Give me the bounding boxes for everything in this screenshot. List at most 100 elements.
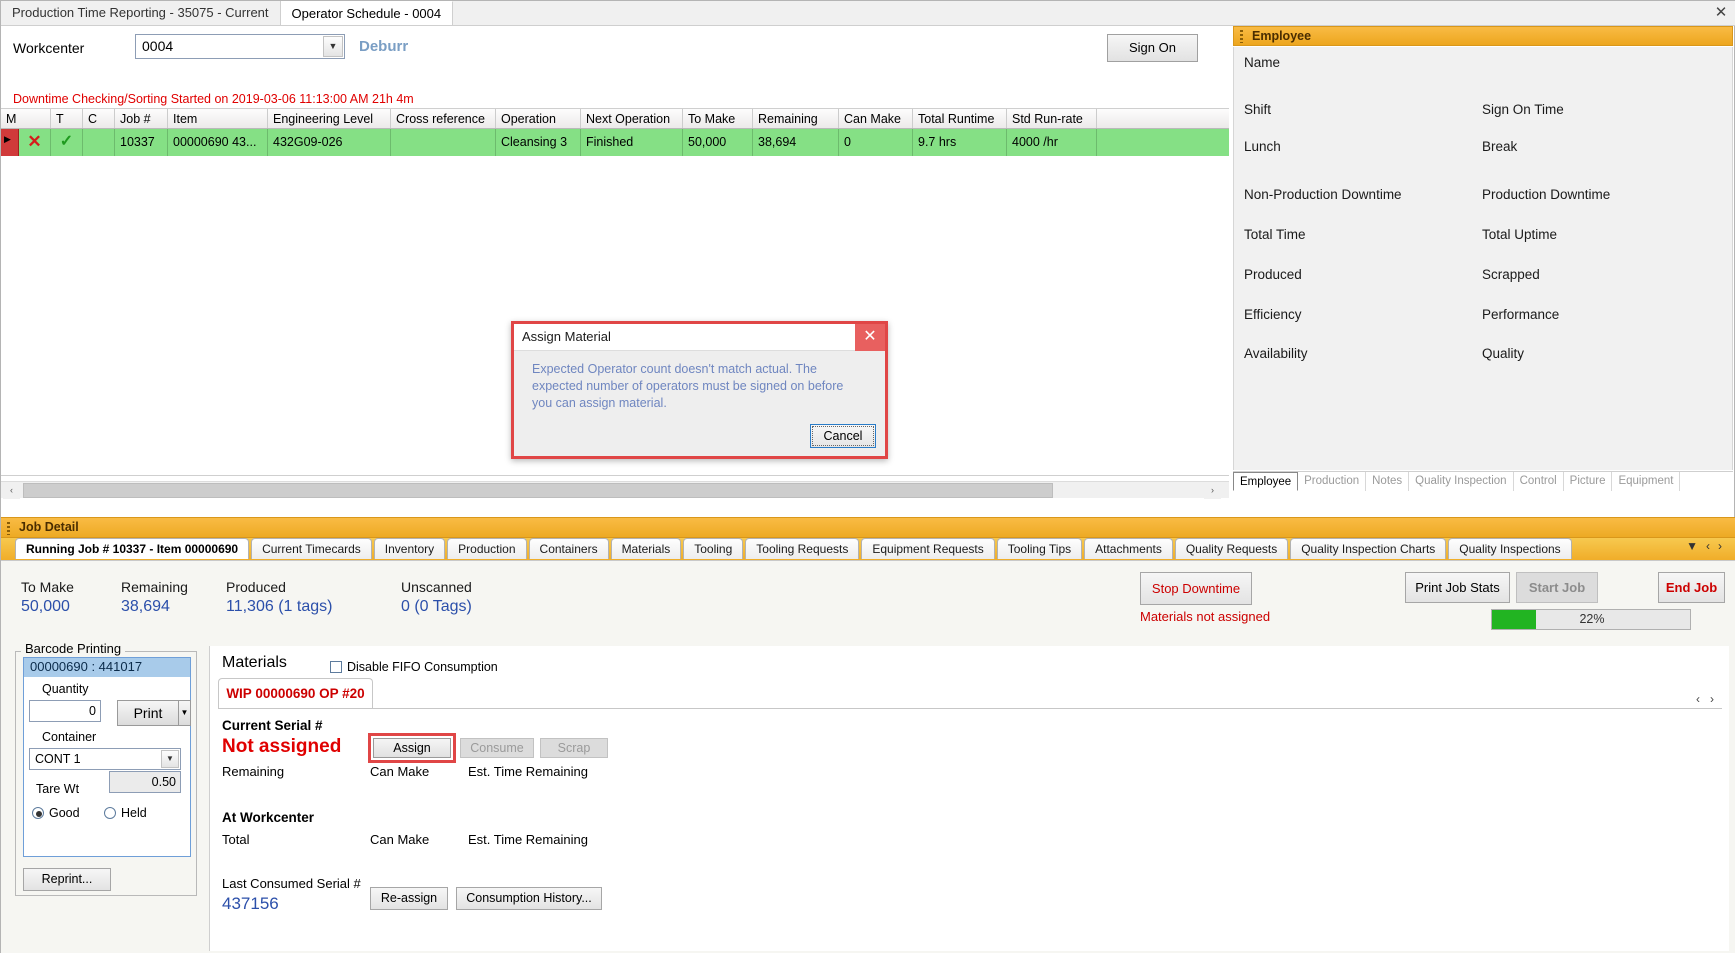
consume-button[interactable]: Consume xyxy=(460,738,534,758)
tab-wip-material[interactable]: WIP 00000690 OP #20 xyxy=(218,678,373,708)
tab-quality-inspection[interactable]: Quality Inspection xyxy=(1409,472,1514,491)
tab-next-icon[interactable]: › xyxy=(1714,539,1726,553)
drag-grip-icon[interactable] xyxy=(7,522,10,535)
workcenter-select[interactable]: 0004 ▼ xyxy=(135,34,345,59)
radio-held-label: Held xyxy=(121,806,147,820)
materials-prev-icon[interactable]: ‹ xyxy=(1691,692,1705,706)
stat-label: Unscanned xyxy=(401,579,472,595)
tab-equipment-requests[interactable]: Equipment Requests xyxy=(861,538,995,559)
tab-production[interactable]: Production xyxy=(1298,472,1367,491)
consumption-history-button[interactable]: Consumption History... xyxy=(456,887,602,910)
row-check-icon[interactable]: ✓ xyxy=(51,129,83,156)
tab-collapse-icon[interactable]: ▼ xyxy=(1682,539,1702,553)
row-selector[interactable] xyxy=(1,129,19,156)
column-header-c[interactable]: C xyxy=(83,109,115,128)
schedule-grid-hscrollbar[interactable]: ‹ › xyxy=(1,481,1229,499)
last-consumed-serial-label: Last Consumed Serial # xyxy=(222,876,361,891)
employee-tab-strip: Employee Production Notes Quality Inspectio… xyxy=(1233,471,1733,491)
checkbox-icon[interactable] xyxy=(330,661,342,673)
field-label-performance: Performance xyxy=(1482,307,1560,322)
quantity-label: Quantity xyxy=(42,682,89,696)
column-header-total-runtime[interactable]: Total Runtime xyxy=(913,109,1007,128)
table-row[interactable]: ✕ ✓ 10337 00000690 43... 432G09-026 Clea… xyxy=(1,129,1229,156)
tab-control[interactable]: Control xyxy=(1514,472,1564,491)
column-header-next-operation[interactable]: Next Operation xyxy=(581,109,683,128)
last-consumed-serial-value: 437156 xyxy=(222,894,279,913)
field-label-lunch: Lunch xyxy=(1244,139,1281,154)
tab-employee[interactable]: Employee xyxy=(1233,472,1299,491)
disable-fifo-checkbox[interactable]: Disable FIFO Consumption xyxy=(330,660,498,674)
tab-running-job[interactable]: Running Job # 10337 - Item 00000690 xyxy=(15,538,250,559)
assign-button[interactable]: Assign xyxy=(373,738,451,758)
scroll-right-icon[interactable]: › xyxy=(1204,482,1221,499)
barcode-printing-legend: Barcode Printing xyxy=(21,641,126,656)
column-header-to-make[interactable]: To Make xyxy=(683,109,753,128)
end-job-button[interactable]: End Job xyxy=(1658,572,1725,603)
window-tab-operator-schedule[interactable]: Operator Schedule - 0004 xyxy=(280,1,454,25)
drag-grip-icon[interactable] xyxy=(1240,30,1243,43)
column-header-t[interactable]: T xyxy=(51,109,83,128)
tab-prev-icon[interactable]: ‹ xyxy=(1702,539,1714,553)
reprint-button[interactable]: Reprint... xyxy=(23,868,111,891)
window-close-icon[interactable]: ✕ xyxy=(1710,3,1732,23)
radio-dot-icon xyxy=(32,807,44,819)
column-header-cross-reference[interactable]: Cross reference xyxy=(391,109,496,128)
tab-tooling-tips[interactable]: Tooling Tips xyxy=(996,538,1083,559)
column-header-m[interactable]: M xyxy=(1,109,51,128)
start-job-button[interactable]: Start Job xyxy=(1516,572,1598,603)
tab-equipment[interactable]: Equipment xyxy=(1612,472,1681,491)
tab-attachments[interactable]: Attachments xyxy=(1084,538,1173,559)
tab-quality-requests[interactable]: Quality Requests xyxy=(1174,538,1289,559)
materials-next-icon[interactable]: › xyxy=(1705,692,1719,706)
stat-label: Produced xyxy=(226,579,286,595)
radio-good[interactable]: Good xyxy=(32,806,80,820)
quantity-input[interactable]: 0 xyxy=(29,700,101,722)
tare-weight-value: 0.50 xyxy=(109,771,181,793)
print-dropdown-icon[interactable]: ▼ xyxy=(179,700,191,726)
print-button[interactable]: Print xyxy=(117,700,179,726)
wc-total-label: Total xyxy=(222,832,250,847)
print-job-stats-button[interactable]: Print Job Stats xyxy=(1405,572,1510,603)
scrollbar-thumb[interactable] xyxy=(23,483,1053,498)
tab-containers[interactable]: Containers xyxy=(528,538,609,559)
tab-picture[interactable]: Picture xyxy=(1564,472,1613,491)
tab-notes[interactable]: Notes xyxy=(1366,472,1410,491)
tab-production[interactable]: Production xyxy=(447,538,527,559)
column-header-std-run-rate[interactable]: Std Run-rate xyxy=(1007,109,1097,128)
column-header-operation[interactable]: Operation xyxy=(496,109,581,128)
materials-title: Materials xyxy=(222,654,287,671)
scrap-button[interactable]: Scrap xyxy=(540,738,608,758)
re-assign-button[interactable]: Re-assign xyxy=(370,887,448,910)
stat-label: Remaining xyxy=(121,579,188,595)
tab-quality-inspection-charts[interactable]: Quality Inspection Charts xyxy=(1290,538,1447,559)
chevron-down-icon[interactable]: ▼ xyxy=(323,36,343,57)
column-header-remaining[interactable]: Remaining xyxy=(753,109,839,128)
row-cell-engineering-level: 432G09-026 xyxy=(268,129,391,156)
tab-inventory[interactable]: Inventory xyxy=(373,538,446,559)
container-select[interactable]: CONT 1 ▼ xyxy=(29,748,181,770)
window-tab-production-time-reporting[interactable]: Production Time Reporting - 35075 - Curr… xyxy=(1,1,281,25)
tab-quality-inspections[interactable]: Quality Inspections xyxy=(1448,538,1572,559)
column-header-item[interactable]: Item xyxy=(168,109,268,128)
column-header-engineering-level[interactable]: Engineering Level xyxy=(268,109,391,128)
field-label-produced: Produced xyxy=(1244,267,1302,282)
sign-on-button[interactable]: Sign On xyxy=(1107,34,1198,62)
container-select-value: CONT 1 xyxy=(35,752,81,766)
est-time-remaining-label: Est. Time Remaining xyxy=(468,764,588,779)
radio-held[interactable]: Held xyxy=(104,806,147,820)
column-header-job[interactable]: Job # xyxy=(115,109,168,128)
dialog-close-icon[interactable]: ✕ xyxy=(855,324,885,351)
scroll-left-icon[interactable]: ‹ xyxy=(3,482,20,499)
assign-material-dialog: Assign Material ✕ Expected Operator coun… xyxy=(511,321,888,459)
chevron-down-icon[interactable]: ▼ xyxy=(161,750,179,768)
dialog-cancel-button[interactable]: Cancel xyxy=(810,424,876,448)
tab-current-timecards[interactable]: Current Timecards xyxy=(251,538,372,559)
tab-tooling[interactable]: Tooling xyxy=(683,538,744,559)
field-label-non-production-downtime: Non-Production Downtime xyxy=(1244,187,1402,202)
column-header-can-make[interactable]: Can Make xyxy=(839,109,913,128)
field-label-production-downtime: Production Downtime xyxy=(1482,187,1611,202)
tab-tooling-requests[interactable]: Tooling Requests xyxy=(745,538,860,559)
row-mark-x-icon[interactable]: ✕ xyxy=(19,129,51,156)
tab-materials[interactable]: Materials xyxy=(610,538,682,559)
stop-downtime-button[interactable]: Stop Downtime xyxy=(1140,572,1252,605)
